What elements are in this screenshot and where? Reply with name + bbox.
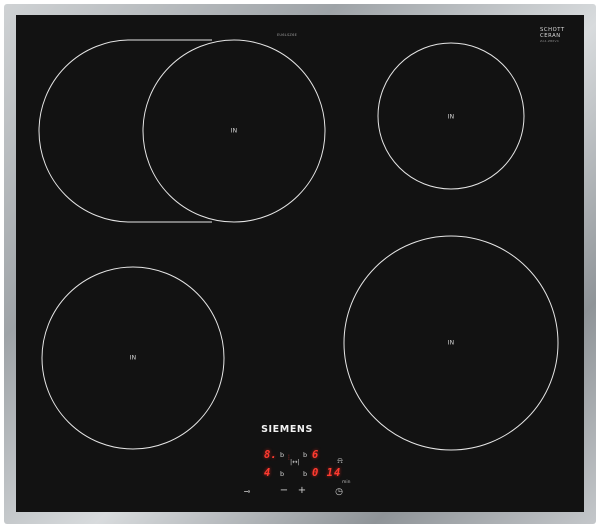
zone-display-rear-left: 8. — [264, 449, 277, 461]
cooking-zones-layer — [38, 39, 559, 451]
zone-indicator-front-left: b — [280, 470, 285, 478]
zone-indicator-front-right: b — [303, 470, 308, 478]
flex-bracket-icon: |↔| — [290, 458, 300, 466]
zone-indicator-rear-right: b — [303, 451, 308, 459]
zone-label-top-right: IN — [447, 113, 455, 121]
key-lock-icon[interactable]: ⊸ — [244, 487, 251, 497]
schott-sub-text: ZA4-ZB6V4 — [540, 39, 559, 44]
brand-logo: SIEMENS — [261, 424, 313, 435]
schott-ceran-logo: SCHOTT CERAN ZA4-ZB6V4 — [540, 27, 565, 45]
alarm-bell-icon[interactable]: ⍾ — [337, 456, 342, 466]
zone-label-bottom-right: IN — [447, 339, 455, 347]
plus-button[interactable]: + — [298, 486, 306, 496]
timer-display: 0 14 — [312, 467, 342, 479]
zone-label-flex: IN — [230, 127, 238, 135]
timer-clock-icon[interactable]: ◷ — [335, 487, 343, 497]
model-number: EU6LSZ6E — [276, 33, 298, 37]
zone-indicator-rear-left: b — [280, 451, 285, 459]
minus-button[interactable]: − — [280, 486, 288, 496]
cooktop: IN IN IN IN EU6LSZ6E SCHOTT CERAN ZA4-ZB… — [0, 0, 600, 528]
zone-display-rear-right: 6 — [312, 449, 319, 461]
zone-display-front-left: 4 — [264, 467, 271, 479]
flex-zone-outline — [38, 39, 212, 223]
zone-label-bottom-left: IN — [129, 354, 137, 362]
timer-unit-label: min — [342, 480, 351, 485]
